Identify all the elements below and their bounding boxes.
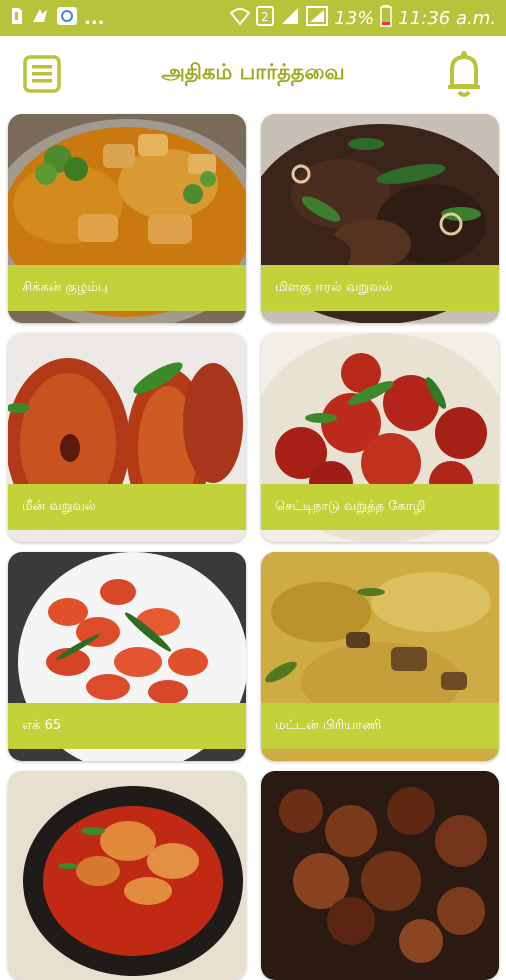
recipe-card[interactable]: மட்டன் பிரியாணி [261,552,499,761]
recipe-label-bar: மிளகு ஈரல் வறுவல் [261,265,499,311]
status-bar: ... 2 13% 11:36 a.m. [0,0,506,36]
sync-icon [56,6,78,30]
recipe-title: மட்டன் பிரியாணி [275,718,382,733]
recipe-label-bar: மீன் வறுவல் [8,484,246,530]
recipe-card[interactable]: மிளகு ஈரல் வறுவல் [261,114,499,323]
recipe-label-bar: சிக்கன் குழம்பு [8,265,246,311]
recipe-title: மிளகு ஈரல் வறுவல் [275,280,393,295]
recipe-title: மீன் வறுவல் [22,499,96,514]
page-title: அதிகம் பார்த்தவை [161,60,345,84]
recipe-card[interactable]: செட்டிநாடு வறுத்த கோழி [261,333,499,542]
recipe-card[interactable] [261,771,499,980]
recipe-title: எக் 65 [22,718,62,733]
battery-icon [380,5,393,31]
bell-icon [448,51,480,97]
svg-text:2: 2 [261,10,269,24]
clock: 11:36 a.m. [398,7,496,29]
status-more: ... [84,7,105,29]
status-bar-right: 2 13% 11:36 a.m. [229,5,496,31]
recipe-image [261,771,499,980]
status-bar-left: ... [10,6,105,30]
notifications-button[interactable] [446,50,482,98]
app-bar: அதிகம் பார்த்தவை [0,36,506,112]
sim-icon [10,6,24,30]
data-icon: 2 [256,6,275,30]
recipe-title: செட்டிநாடு வறுத்த கோழி [275,499,426,514]
recipe-title: சிக்கன் குழம்பு [22,280,108,295]
recipe-card[interactable] [8,771,246,980]
recipe-card[interactable]: மீன் வறுவல் [8,333,246,542]
recipe-label-bar: செட்டிநாடு வறுத்த கோழி [261,484,499,530]
signal-alt-icon [306,6,329,30]
recipe-image [8,771,246,980]
recipe-label-bar: மட்டன் பிரியாணி [261,703,499,749]
recipe-grid: சிக்கன் குழம்பு மிளகு ஈரல் வறுவல் மீன் வ… [0,112,506,980]
recipe-label-bar: எக் 65 [8,703,246,749]
battery-percent: 13% [334,7,375,29]
recipe-card[interactable]: எக் 65 [8,552,246,761]
wifi-icon [229,7,251,29]
notification-icon [30,6,50,30]
recipe-card[interactable]: சிக்கன் குழம்பு [8,114,246,323]
signal-icon [280,6,300,30]
